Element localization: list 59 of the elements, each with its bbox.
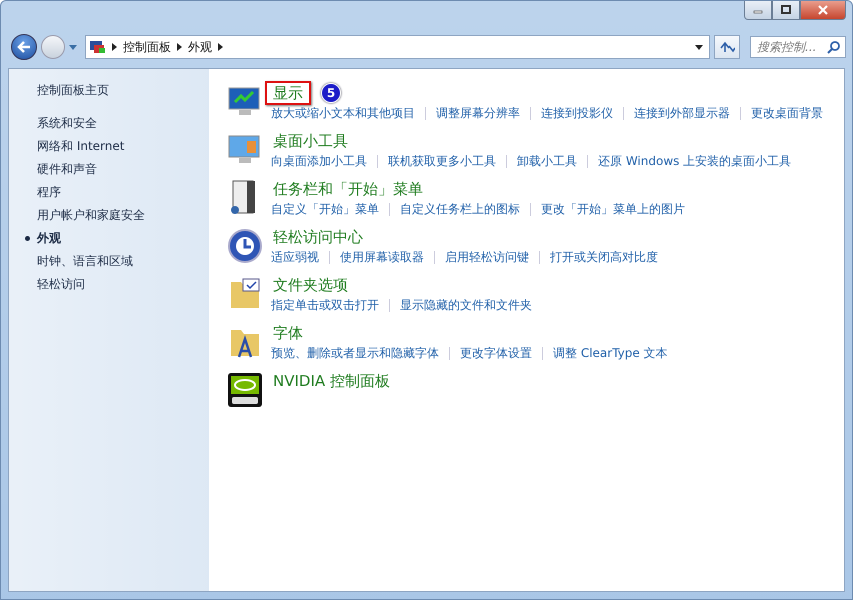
task-link[interactable]: 打开或关闭高对比度 bbox=[550, 249, 658, 265]
task-link[interactable]: 卸载小工具 bbox=[517, 153, 577, 169]
category-title[interactable]: NVIDIA 控制面板 bbox=[265, 369, 398, 393]
address-bar[interactable]: 控制面板 外观 bbox=[85, 35, 710, 59]
chevron-icon[interactable] bbox=[112, 43, 117, 51]
task-link[interactable]: 适应弱视 bbox=[271, 249, 319, 265]
task-link[interactable]: 连接到外部显示器 bbox=[634, 105, 730, 121]
category-title[interactable]: 文件夹选项 bbox=[265, 273, 356, 297]
minimize-button[interactable] bbox=[744, 1, 772, 20]
task-link[interactable]: 更改字体设置 bbox=[460, 345, 532, 361]
category-title[interactable]: 轻松访问中心 bbox=[265, 225, 371, 249]
nvidia-icon bbox=[227, 372, 263, 408]
category-title[interactable]: 桌面小工具 bbox=[265, 129, 356, 153]
breadcrumb-item[interactable]: 控制面板 bbox=[123, 38, 171, 56]
sidebar-item[interactable]: 系统和安全 bbox=[19, 112, 97, 135]
task-link[interactable]: 连接到投影仪 bbox=[541, 105, 613, 121]
sidebar-item[interactable]: 轻松访问 bbox=[19, 273, 85, 296]
task-link[interactable]: 联机获取更多小工具 bbox=[388, 153, 496, 169]
chevron-icon[interactable] bbox=[177, 43, 182, 51]
breadcrumb-item[interactable]: 外观 bbox=[188, 38, 212, 56]
control-panel-icon bbox=[90, 40, 106, 54]
maximize-button[interactable] bbox=[772, 1, 800, 20]
task-link[interactable]: 调整 ClearType 文本 bbox=[553, 345, 668, 361]
task-link[interactable]: 启用轻松访问键 bbox=[445, 249, 529, 265]
task-link[interactable]: 预览、删除或者显示和隐藏字体 bbox=[271, 345, 439, 361]
task-link[interactable]: 向桌面添加小工具 bbox=[271, 153, 367, 169]
task-link[interactable]: 使用屏幕读取器 bbox=[340, 249, 424, 265]
step-badge: 5 bbox=[321, 83, 341, 103]
dropdown-icon[interactable] bbox=[695, 44, 703, 50]
search-icon bbox=[827, 41, 840, 54]
task-link[interactable]: 调整屏幕分辨率 bbox=[436, 105, 520, 121]
sidebar-item[interactable]: 硬件和声音 bbox=[19, 158, 97, 181]
back-arrow-icon bbox=[16, 39, 32, 55]
sidebar-link[interactable]: 控制面板主页 bbox=[19, 79, 209, 102]
task-link[interactable]: 更改「开始」菜单上的图片 bbox=[541, 201, 685, 217]
category-title[interactable]: 字体 bbox=[265, 321, 311, 345]
sidebar-item[interactable]: 网络和 Internet bbox=[19, 135, 124, 158]
category-title[interactable]: 任务栏和「开始」菜单 bbox=[265, 177, 431, 201]
sidebar-item[interactable]: 用户帐户和家庭安全 bbox=[19, 204, 145, 227]
task-link[interactable]: 指定单击或双击打开 bbox=[271, 297, 379, 313]
sidebar-item[interactable]: 外观 bbox=[19, 227, 61, 250]
maximize-icon bbox=[780, 5, 792, 15]
task-link[interactable]: 显示隐藏的文件和文件夹 bbox=[400, 297, 532, 313]
close-button[interactable] bbox=[800, 1, 846, 20]
task-link[interactable]: 更改桌面背景 bbox=[751, 105, 823, 121]
task-link[interactable]: 放大或缩小文本和其他项目 bbox=[271, 105, 415, 121]
category-title[interactable]: 显示 bbox=[265, 81, 311, 105]
close-icon bbox=[817, 5, 829, 15]
back-button[interactable] bbox=[11, 34, 37, 60]
sidebar-item[interactable]: 程序 bbox=[19, 181, 61, 204]
refresh-button[interactable] bbox=[714, 35, 740, 59]
access-icon bbox=[227, 228, 263, 264]
task-link[interactable]: 自定义「开始」菜单 bbox=[271, 201, 379, 217]
search-field[interactable]: 搜索控制... bbox=[750, 36, 846, 58]
chevron-icon[interactable] bbox=[218, 43, 223, 51]
task-link[interactable]: 自定义任务栏上的图标 bbox=[400, 201, 520, 217]
refresh-icon bbox=[719, 40, 735, 54]
sidebar-item[interactable]: 时钟、语言和区域 bbox=[19, 250, 133, 273]
task-link[interactable]: 还原 Windows 上安装的桌面小工具 bbox=[598, 153, 792, 169]
